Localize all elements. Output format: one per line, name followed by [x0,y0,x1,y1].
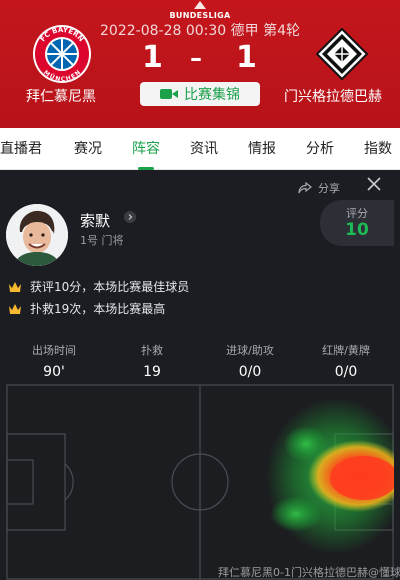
stat-minutes: 出场时间 90' [4,342,104,380]
close-icon[interactable] [366,176,382,192]
crown-icon [9,304,21,314]
honor-item: 扑救19次，本场比赛最高 [8,298,388,320]
chevron-right-icon[interactable] [124,211,136,223]
video-camera-icon [160,89,178,99]
highlights-button[interactable]: 比赛集锦 [140,82,260,106]
home-team-name[interactable]: 拜仁慕尼黑 [26,86,96,106]
away-team-name[interactable]: 门兴格拉德巴赫 [284,86,382,106]
rating-label: 评分 [346,207,368,220]
honor-text: 扑救19次，本场比赛最高 [30,302,166,316]
share-icon [298,182,312,194]
tab-live[interactable]: 直播君 [0,128,42,170]
player-detail-panel: 分享 索默 1号 门将 评分 10 获评10分，本场比赛最佳球员 扑救19次，本… [0,170,400,580]
honors-list: 获评10分，本场比赛最佳球员 扑救19次，本场比赛最高 [8,276,388,320]
gladbach-logo[interactable] [316,28,368,80]
share-button[interactable]: 分享 [298,180,340,196]
rating-badge: 评分 10 [320,200,394,246]
player-avatar[interactable] [6,204,68,266]
tab-lineup[interactable]: 阵容 [132,128,160,170]
crown-icon [9,282,21,292]
tab-news[interactable]: 资讯 [190,128,218,170]
heatmap-pitch [6,384,394,580]
stat-saves: 扑救 19 [102,342,202,380]
league-name: BUNDESLIGA [169,11,231,20]
rating-value: 10 [345,220,369,240]
stat-label: 出场时间 [32,344,76,357]
stat-label: 进球/助攻 [226,344,274,357]
honor-text: 获评10分，本场比赛最佳球员 [30,280,190,294]
bundesliga-icon [194,1,206,9]
honor-item: 获评10分，本场比赛最佳球员 [8,276,388,298]
stat-value: 19 [143,364,161,380]
away-score: 1 [236,40,257,75]
watermark: 拜仁慕尼黑0-1门兴格拉德巴赫@懂球帝 [218,566,400,579]
home-score: 1 [142,40,163,75]
stat-value: 0/0 [334,364,358,380]
stat-cards: 红牌/黄牌 0/0 [296,342,396,380]
tab-bar: 直播君 赛况 阵容 资讯 情报 分析 指数 [0,128,400,170]
share-label: 分享 [318,182,340,195]
stat-goals-assists: 进球/助攻 0/0 [200,342,300,380]
tab-analysis[interactable]: 分析 [306,128,334,170]
score-separator: – [190,44,202,72]
bayern-logo[interactable]: FC BAYERN MÜNCHEN [32,24,92,84]
stat-value: 90' [43,364,65,380]
stat-label: 红牌/黄牌 [322,344,370,357]
tab-intel[interactable]: 情报 [248,128,276,170]
tab-match-events[interactable]: 赛况 [74,128,102,170]
stats-row: 出场时间 90' 扑救 19 进球/助攻 0/0 红牌/黄牌 0/0 [0,342,400,382]
stat-label: 扑救 [141,344,163,357]
stat-value: 0/0 [238,364,262,380]
match-detail-screen: BUNDESLIGA 2022-08-28 00:30 德甲 第4轮 FC BA… [0,0,400,580]
player-position: 1号 门将 [80,234,124,247]
highlights-label: 比赛集锦 [184,87,240,103]
tab-odds[interactable]: 指数 [364,128,392,170]
player-name[interactable]: 索默 [80,210,110,231]
match-header: BUNDESLIGA 2022-08-28 00:30 德甲 第4轮 FC BA… [0,0,400,128]
league-logo: BUNDESLIGA [160,0,240,22]
